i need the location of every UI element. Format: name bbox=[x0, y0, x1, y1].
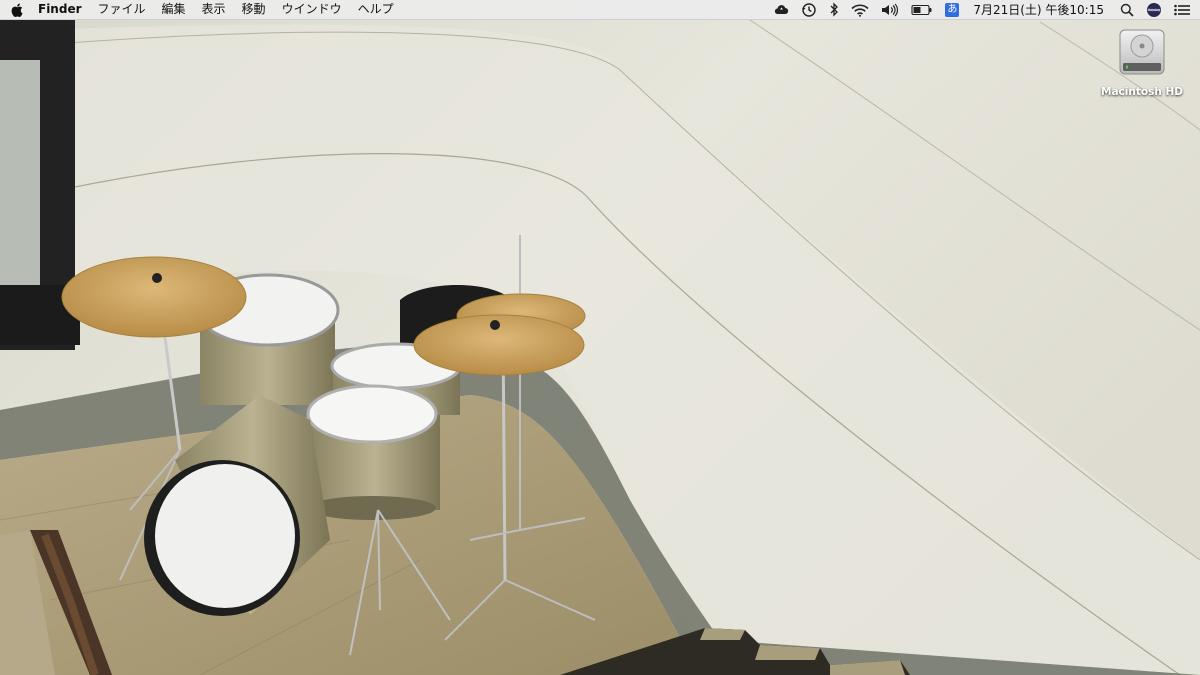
cloud-sync-icon[interactable] bbox=[767, 0, 795, 19]
app-menu-finder[interactable]: Finder bbox=[30, 0, 90, 19]
apple-menu-icon[interactable] bbox=[10, 0, 24, 19]
siri-icon[interactable] bbox=[1140, 0, 1168, 19]
time-machine-icon[interactable] bbox=[795, 0, 823, 19]
menu-view[interactable]: 表示 bbox=[194, 0, 234, 19]
desktop-icon-label: Macintosh HD bbox=[1101, 86, 1183, 98]
menu-bar: Finder ファイル 編集 表示 移動 ウインドウ ヘルプ あ 7月21日(土… bbox=[0, 0, 1200, 20]
hard-drive-icon bbox=[1117, 26, 1167, 78]
menu-file[interactable]: ファイル bbox=[90, 0, 154, 19]
menu-clock[interactable]: 7月21日(土) 午後10:15 bbox=[965, 1, 1114, 18]
menu-go[interactable]: 移動 bbox=[234, 0, 274, 19]
input-method-indicator[interactable]: あ bbox=[939, 0, 965, 19]
notification-center-icon[interactable] bbox=[1168, 0, 1200, 19]
bluetooth-icon[interactable] bbox=[823, 0, 845, 19]
spotlight-search-icon[interactable] bbox=[1114, 0, 1140, 19]
battery-icon[interactable] bbox=[905, 0, 939, 19]
menu-help[interactable]: ヘルプ bbox=[350, 0, 402, 19]
desktop-wallpaper bbox=[0, 0, 1200, 675]
wifi-icon[interactable] bbox=[845, 0, 875, 19]
menu-window[interactable]: ウインドウ bbox=[274, 0, 350, 19]
menu-edit[interactable]: 編集 bbox=[154, 0, 194, 19]
desktop-icon-macintosh-hd[interactable]: Macintosh HD bbox=[1100, 26, 1184, 98]
input-method-label: あ bbox=[945, 2, 960, 17]
volume-icon[interactable] bbox=[875, 0, 905, 19]
